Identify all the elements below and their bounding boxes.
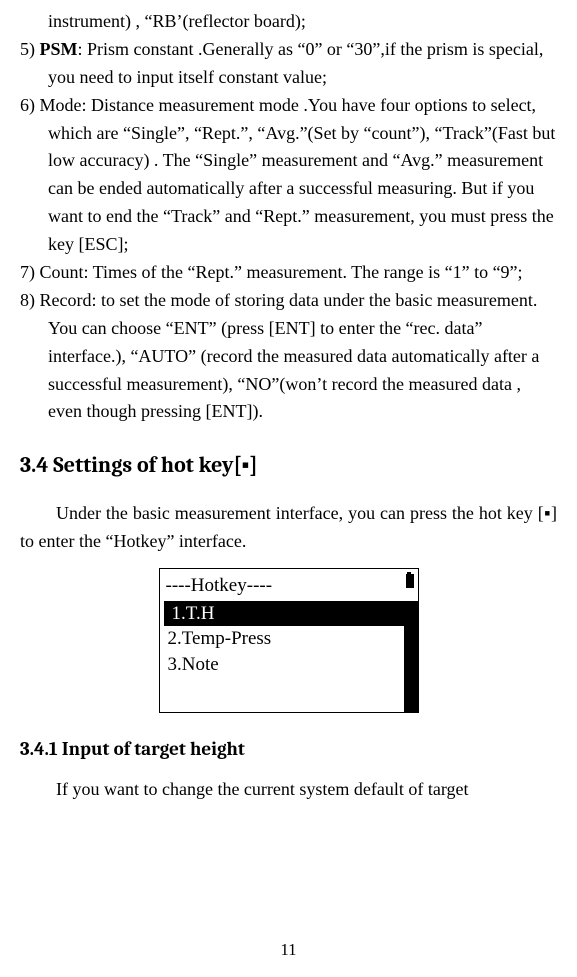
list-item-7: 7) Count: Times of the “Rept.” measureme… [20,259,557,287]
list-item-6: 6) Mode: Distance measurement mode .You … [20,92,557,259]
section-3-4-1-body: If you want to change the current system… [20,776,557,804]
hotkey-screen: ----Hotkey---- 1.T.H 2.Temp-Press 3.Note [159,568,419,712]
page-number: 11 [0,937,577,963]
section-3-4-heading: 3.4 Settings of hot key[▪] [20,448,557,482]
item5-prefix: 5) [20,39,40,59]
hotkey-screen-title-row: ----Hotkey---- [160,569,418,600]
section-3-4-body: Under the basic measurement interface, y… [20,500,557,556]
hotkey-item-2[interactable]: 2.Temp-Press [166,626,404,652]
list-item-continuation: instrument) , “RB’(reflector board); [20,8,557,36]
hotkey-screen-title: ----Hotkey---- [166,575,273,596]
item5-psm-label: PSM [40,39,78,59]
hotkey-item-3[interactable]: 3.Note [166,652,404,678]
hotkey-screen-body: 1.T.H 2.Temp-Press 3.Note [160,601,418,712]
hotkey-item-1[interactable]: 1.T.H [164,601,404,627]
scrollbar[interactable] [404,601,418,712]
list-item-8: 8) Record: to set the mode of storing da… [20,287,557,426]
section-3-4-1-heading: 3.4.1 Input of target height [20,735,557,764]
item5-text: : Prism constant .Generally as “0” or “3… [48,39,543,87]
battery-icon [406,574,414,587]
hotkey-menu-list[interactable]: 1.T.H 2.Temp-Press 3.Note [160,601,404,712]
list-item-5: 5) PSM: Prism constant .Generally as “0”… [20,36,557,92]
